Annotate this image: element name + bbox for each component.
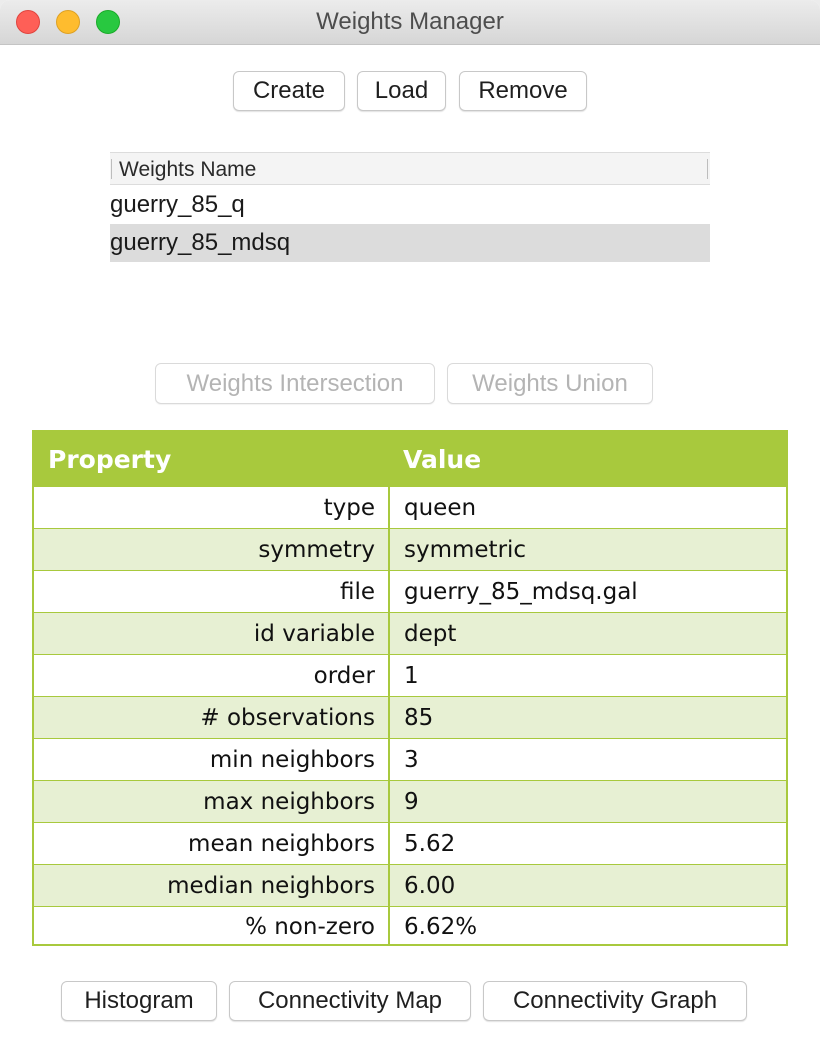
- table-row: min neighbors 3: [34, 738, 786, 780]
- weights-name-column-label: Weights Name: [119, 158, 257, 181]
- property-key: type: [323, 495, 375, 521]
- property-key: min neighbors: [209, 747, 375, 773]
- property-value: 9: [404, 789, 419, 815]
- weights-union-button[interactable]: Weights Union: [447, 363, 653, 404]
- table-row: median neighbors 6.00: [34, 864, 786, 906]
- column-divider: [388, 432, 390, 944]
- property-key: # observations: [200, 705, 375, 731]
- weights-list-header[interactable]: Weights Name: [110, 152, 710, 185]
- title-bar[interactable]: Weights Manager: [0, 0, 820, 45]
- property-column-header: Property: [48, 445, 172, 474]
- connectivity-map-button[interactable]: Connectivity Map: [229, 981, 471, 1021]
- property-value: 6.00: [404, 873, 456, 899]
- property-key: max neighbors: [203, 789, 375, 815]
- column-divider: [707, 159, 708, 179]
- property-key: symmetry: [258, 537, 375, 563]
- property-key: mean neighbors: [188, 831, 375, 857]
- property-value: 1: [404, 663, 419, 689]
- table-row: symmetry symmetric: [34, 528, 786, 570]
- list-item-selected[interactable]: guerry_85_mdsq: [110, 224, 710, 262]
- property-value: 3: [404, 747, 419, 773]
- property-value: dept: [404, 621, 457, 647]
- list-item-label: guerry_85_mdsq: [110, 229, 291, 256]
- list-item-label: guerry_85_q: [110, 191, 245, 218]
- remove-button[interactable]: Remove: [459, 71, 587, 111]
- weights-manager-window: Weights Manager Create Load Remove Weigh…: [0, 0, 820, 1048]
- window-title: Weights Manager: [316, 8, 504, 35]
- property-value: queen: [404, 495, 477, 521]
- table-row: # observations 85: [34, 696, 786, 738]
- connectivity-graph-button[interactable]: Connectivity Graph: [483, 981, 747, 1021]
- property-value: symmetric: [404, 537, 527, 563]
- list-item[interactable]: guerry_85_q: [110, 186, 710, 224]
- table-row: % non-zero 6.62%: [34, 906, 786, 944]
- property-key: file: [339, 579, 375, 605]
- table-row: file guerry_85_mdsq.gal: [34, 570, 786, 612]
- property-value: guerry_85_mdsq.gal: [404, 579, 638, 605]
- properties-table: Property Value type queen symmetry symme…: [32, 430, 788, 946]
- table-row: mean neighbors 5.62: [34, 822, 786, 864]
- weights-intersection-button[interactable]: Weights Intersection: [155, 363, 435, 404]
- column-divider: [111, 159, 112, 179]
- load-button[interactable]: Load: [357, 71, 446, 111]
- table-row: order 1: [34, 654, 786, 696]
- create-button[interactable]: Create: [233, 71, 345, 111]
- property-key: median neighbors: [167, 873, 375, 899]
- properties-table-header: Property Value: [34, 432, 786, 486]
- property-key: % non-zero: [245, 914, 375, 940]
- property-value: 5.62: [404, 831, 456, 857]
- property-value: 6.62%: [404, 914, 478, 940]
- table-row: max neighbors 9: [34, 780, 786, 822]
- value-column-header: Value: [403, 445, 482, 474]
- property-key: order: [313, 663, 375, 689]
- table-row: id variable dept: [34, 612, 786, 654]
- histogram-button[interactable]: Histogram: [61, 981, 217, 1021]
- table-row: type queen: [34, 486, 786, 528]
- property-key: id variable: [253, 621, 375, 647]
- weights-list[interactable]: Weights Name guerry_85_q guerry_85_mdsq: [110, 152, 710, 262]
- property-value: 85: [404, 705, 434, 731]
